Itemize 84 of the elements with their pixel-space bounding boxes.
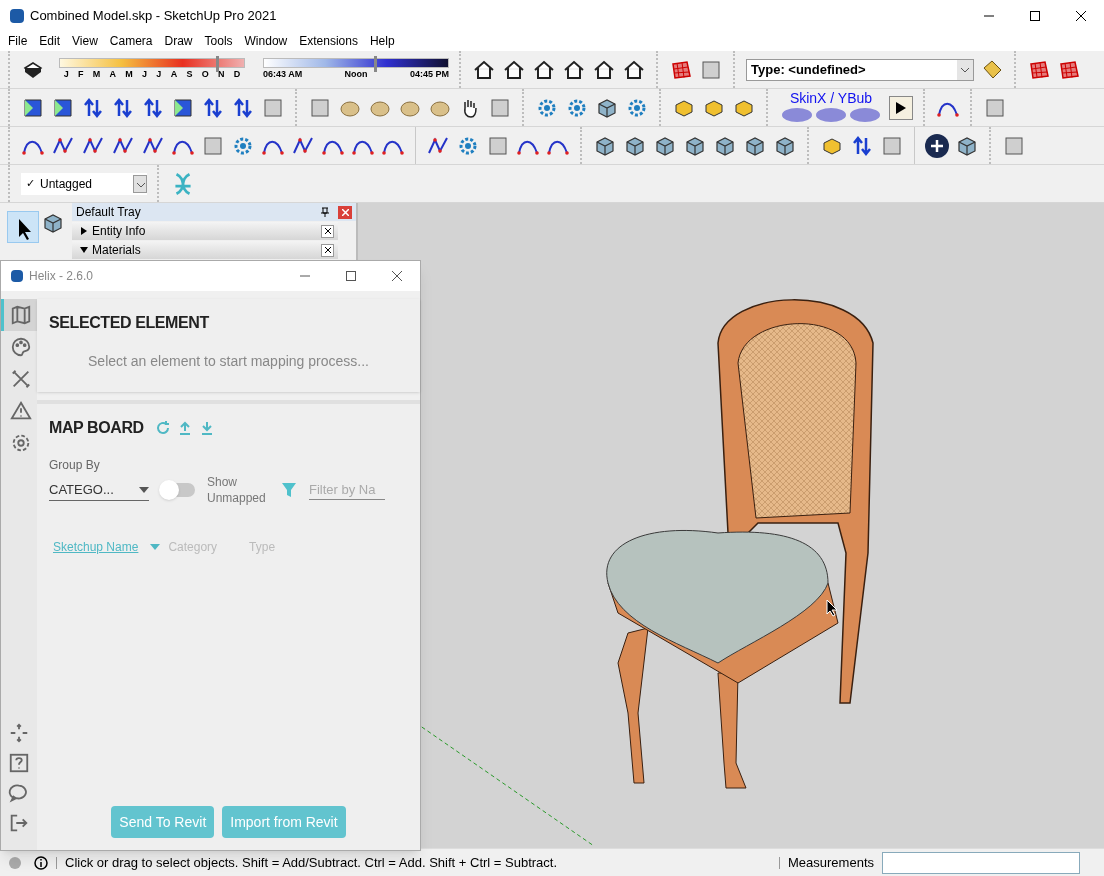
time-label: 04:45 PM [409, 67, 449, 81]
palette-icon[interactable] [9, 336, 32, 358]
nav-tab[interactable] [1, 299, 37, 331]
month-label: S [186, 67, 193, 81]
add-icon[interactable] [925, 133, 949, 158]
month-label: N [218, 67, 225, 81]
month-label: M [92, 67, 101, 81]
caret-icon [150, 544, 161, 550]
month-label: A [109, 67, 116, 81]
close-icon [392, 271, 402, 281]
close-icon [341, 208, 349, 216]
menu-item[interactable]: Camera [103, 31, 159, 51]
map-icon[interactable] [9, 304, 32, 326]
month-label: J [63, 67, 69, 81]
play-icon [896, 101, 906, 114]
chevron-down-icon [957, 59, 973, 80]
app-logo-icon [11, 270, 23, 282]
section-heading: SELECTED ELEMENT [49, 313, 210, 333]
toolbar-label: SkinX / YBub [789, 91, 873, 106]
close-button[interactable] [321, 224, 334, 238]
move-icon[interactable] [8, 722, 30, 744]
status-message: Click or drag to select objects. Shift = Add/Subtract. Ctrl = Add. Shift + Ctrl = Subtract. [65, 853, 559, 872]
measurements-label: Measurements [788, 853, 874, 872]
cursor-icon[interactable] [7, 211, 39, 243]
hint-text: Select an element to start mapping process... [87, 352, 370, 371]
section-heading: MAP BOARD [49, 418, 144, 438]
check-mark: ✓ [25, 176, 36, 192]
month-label: O [201, 67, 209, 81]
help-icon[interactable] [8, 752, 30, 774]
close-icon [1076, 10, 1086, 21]
filter-field[interactable]: Filter by Na [309, 480, 385, 500]
tray-panel-header[interactable]: Materials [72, 241, 338, 259]
dropdown-value: Untagged [40, 175, 94, 193]
menu-item[interactable]: Tools [198, 31, 239, 51]
time-label: Noon [344, 67, 368, 81]
tag-dropdown[interactable]: ✓ Untagged [21, 172, 147, 195]
info-icon[interactable] [34, 855, 48, 870]
app-logo-icon [10, 8, 24, 23]
toggle-switch[interactable] [161, 483, 195, 497]
group-by-select[interactable]: CATEGO... [49, 479, 149, 501]
caret-icon [139, 486, 149, 493]
select-value: CATEGO... [49, 480, 115, 499]
cursor-icon [826, 599, 838, 617]
month-label: A [170, 67, 178, 81]
close-icon [324, 247, 331, 253]
field-label: Group By [49, 457, 101, 474]
menu-item[interactable]: Window [238, 31, 294, 51]
play-button[interactable] [889, 95, 913, 120]
time-label: 06:43 AM [263, 67, 303, 81]
panel-title: Entity Info [92, 223, 147, 240]
slider-thumb[interactable] [216, 55, 220, 72]
maximize-icon [346, 271, 356, 281]
chevron-down-icon [133, 174, 147, 193]
tray-panel-header[interactable]: Entity Info [72, 222, 338, 240]
slider-thumb[interactable] [374, 55, 378, 72]
month-label: J [142, 67, 148, 81]
menu-item[interactable]: View [66, 31, 104, 51]
tools-icon[interactable] [9, 368, 32, 390]
maximize-icon [1030, 10, 1040, 21]
window-title: Combined Model.skp - SketchUp Pro 2021 [30, 6, 277, 25]
menu-item[interactable]: File [2, 31, 34, 51]
panel-title: Materials [92, 242, 142, 259]
month-label: D [233, 67, 241, 81]
dropdown-value: Type: <undefined> [750, 60, 867, 79]
logout-icon[interactable] [8, 812, 30, 834]
month-label: J [156, 67, 162, 81]
menu-item[interactable]: Draw [158, 31, 199, 51]
menu-item[interactable]: Edit [33, 31, 67, 51]
pin-icon[interactable] [320, 207, 330, 217]
close-button[interactable] [321, 243, 334, 257]
select-tool-button[interactable] [7, 211, 65, 243]
month-label: M [125, 67, 133, 81]
menu-item[interactable]: Extensions [293, 31, 364, 51]
shell-shapes-icon[interactable] [781, 106, 881, 124]
warning-icon[interactable] [9, 400, 32, 422]
measurements-field[interactable] [882, 851, 1080, 874]
toggle-label: Show Unmapped [207, 474, 267, 506]
chat-icon[interactable] [8, 782, 30, 804]
type-dropdown[interactable]: Type: <undefined> [746, 58, 974, 81]
month-label: F [77, 67, 84, 81]
window-title: Helix - 2.6.0 [29, 268, 95, 285]
close-icon [324, 228, 331, 234]
tray-title: Default Tray [76, 204, 142, 221]
menu-item[interactable]: Help [363, 31, 401, 51]
